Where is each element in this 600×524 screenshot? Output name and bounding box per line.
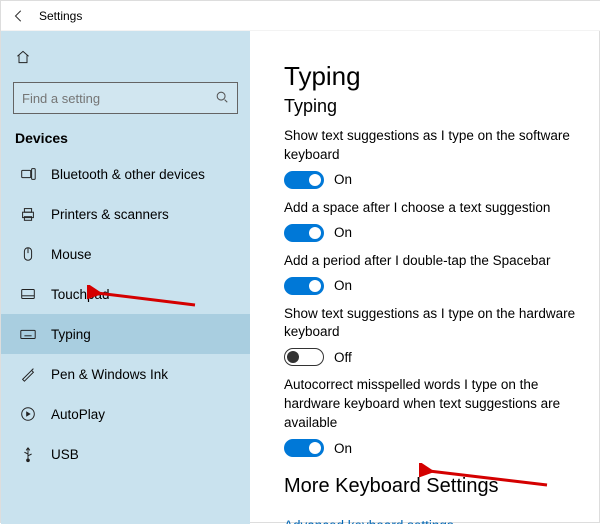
window-title: Settings xyxy=(33,9,82,23)
toggle-state-label: On xyxy=(334,225,352,240)
setting-item: Add a period after I double-tap the Spac… xyxy=(284,252,577,295)
home-icon xyxy=(15,49,31,65)
toggle-state-label: On xyxy=(334,172,352,187)
autoplay-icon xyxy=(19,405,37,423)
toggle-state-label: On xyxy=(334,441,352,456)
page-title: Typing xyxy=(284,61,577,92)
setting-label: Show text suggestions as I type on the h… xyxy=(284,305,577,343)
section-title-more: More Keyboard Settings xyxy=(284,475,577,498)
bluetooth-icon xyxy=(19,165,37,183)
toggle-switch[interactable] xyxy=(284,171,324,189)
search-icon xyxy=(215,90,229,107)
sidebar-item-bluetooth[interactable]: Bluetooth & other devices xyxy=(1,154,250,194)
setting-item: Autocorrect misspelled words I type on t… xyxy=(284,376,577,457)
setting-item: Show text suggestions as I type on the h… xyxy=(284,305,577,367)
sidebar-nav: Bluetooth & other devices Printers & scan… xyxy=(1,154,250,474)
search-field[interactable] xyxy=(22,91,215,106)
mouse-icon xyxy=(19,245,37,263)
setting-label: Show text suggestions as I type on the s… xyxy=(284,127,577,165)
category-title: Devices xyxy=(1,124,250,154)
sidebar-item-usb[interactable]: USB xyxy=(1,434,250,474)
keyboard-icon xyxy=(19,325,37,343)
settings-list: Show text suggestions as I type on the s… xyxy=(284,127,577,457)
advanced-keyboard-link[interactable]: Advanced keyboard settings xyxy=(284,518,454,524)
toggle-state-label: On xyxy=(334,278,352,293)
setting-label: Autocorrect misspelled words I type on t… xyxy=(284,376,577,433)
sidebar-item-keyboard[interactable]: Typing xyxy=(1,314,250,354)
titlebar: Settings xyxy=(1,1,600,31)
sidebar-item-label: Touchpad xyxy=(51,287,110,302)
toggle-switch[interactable] xyxy=(284,224,324,242)
toggle-switch[interactable] xyxy=(284,348,324,366)
sidebar-item-label: Mouse xyxy=(51,247,92,262)
sidebar: Devices Bluetooth & other devices Printer… xyxy=(1,31,250,524)
sidebar-item-label: AutoPlay xyxy=(51,407,105,422)
section-title-typing: Typing xyxy=(284,96,577,117)
setting-item: Add a space after I choose a text sugges… xyxy=(284,199,577,242)
setting-label: Add a period after I double-tap the Spac… xyxy=(284,252,577,271)
sidebar-item-mouse[interactable]: Mouse xyxy=(1,234,250,274)
pen-icon xyxy=(19,365,37,383)
sidebar-item-label: Printers & scanners xyxy=(51,207,169,222)
sidebar-item-label: Bluetooth & other devices xyxy=(51,167,205,182)
sidebar-item-touchpad[interactable]: Touchpad xyxy=(1,274,250,314)
home-button[interactable] xyxy=(1,39,250,78)
sidebar-item-label: Pen & Windows Ink xyxy=(51,367,168,382)
touchpad-icon xyxy=(19,285,37,303)
back-button[interactable] xyxy=(5,9,33,23)
sidebar-item-label: USB xyxy=(51,447,79,462)
content-pane: Typing Typing Show text suggestions as I… xyxy=(250,31,600,524)
usb-icon xyxy=(19,445,37,463)
sidebar-item-label: Typing xyxy=(51,327,91,342)
sidebar-item-pen[interactable]: Pen & Windows Ink xyxy=(1,354,250,394)
setting-label: Add a space after I choose a text sugges… xyxy=(284,199,577,218)
toggle-state-label: Off xyxy=(334,350,352,365)
toggle-switch[interactable] xyxy=(284,439,324,457)
toggle-switch[interactable] xyxy=(284,277,324,295)
setting-item: Show text suggestions as I type on the s… xyxy=(284,127,577,189)
sidebar-item-printer[interactable]: Printers & scanners xyxy=(1,194,250,234)
printer-icon xyxy=(19,205,37,223)
sidebar-item-autoplay[interactable]: AutoPlay xyxy=(1,394,250,434)
search-input[interactable] xyxy=(13,82,238,114)
